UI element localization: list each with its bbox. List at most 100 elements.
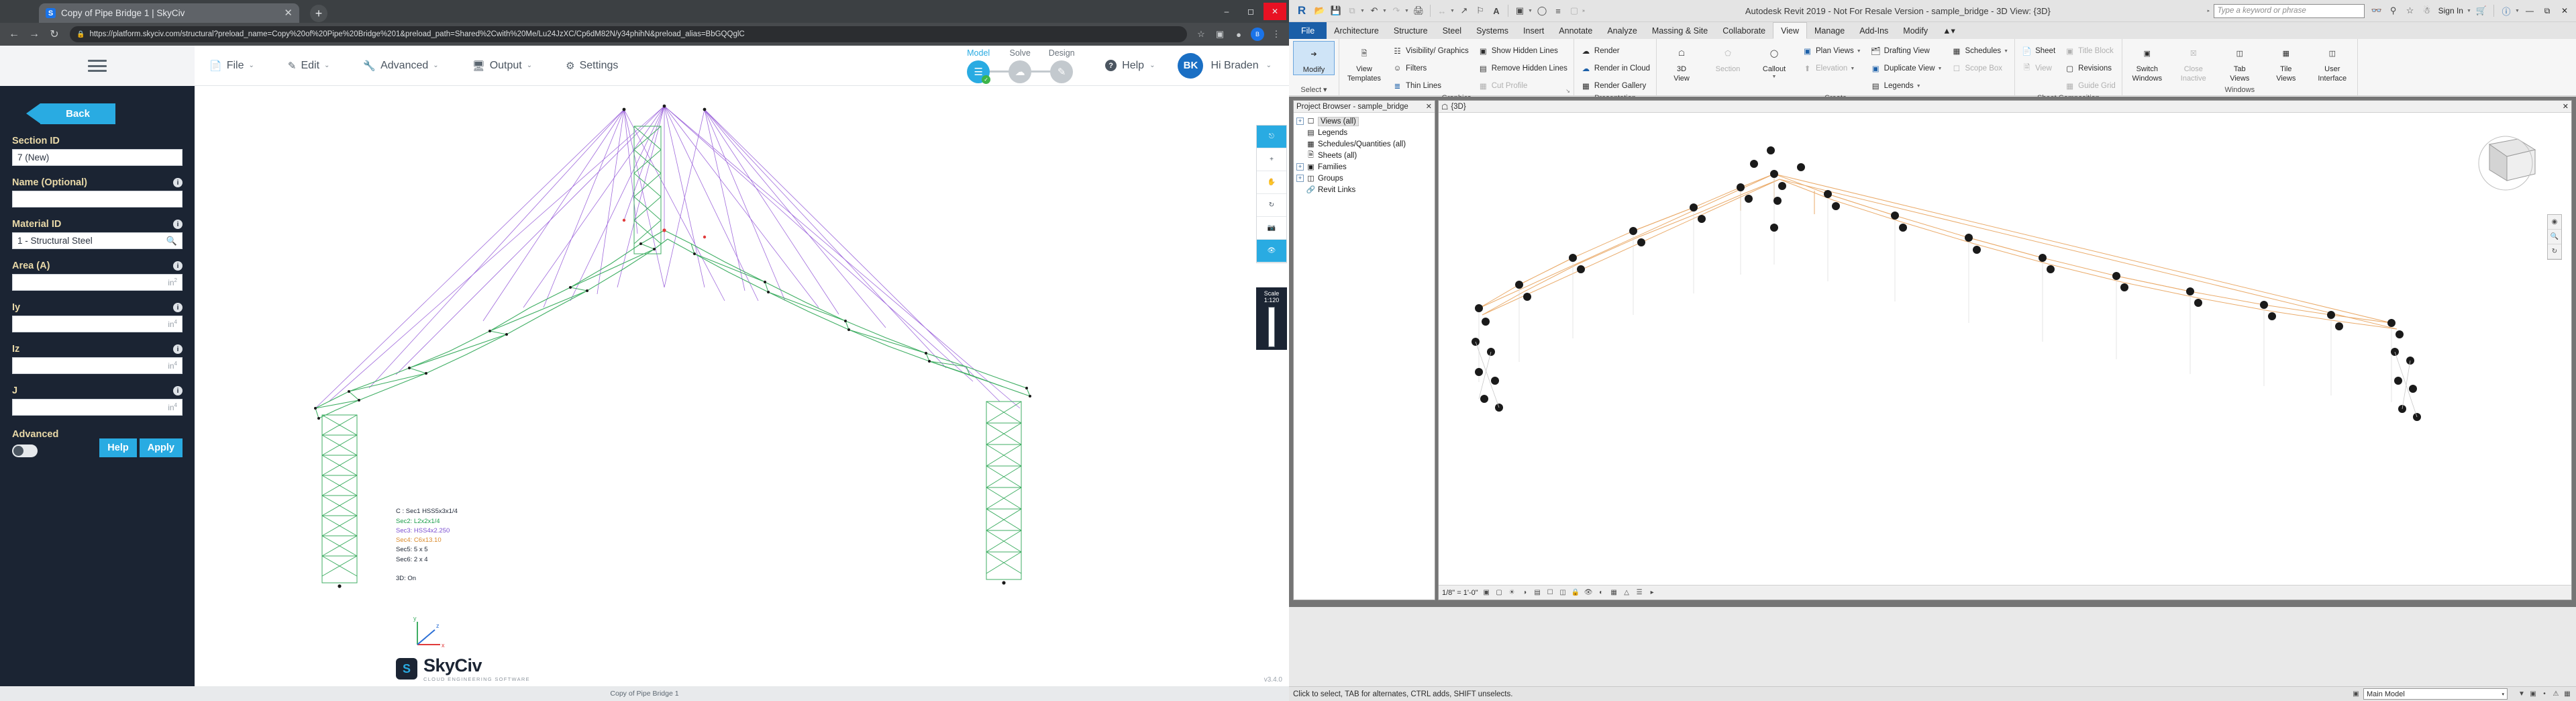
menu-file[interactable]: 📄 File ⌄	[209, 60, 272, 72]
render-gallery-button[interactable]: ▦ Render Gallery	[1578, 78, 1652, 94]
profile-avatar[interactable]: B	[1249, 26, 1266, 43]
zoom-icon[interactable]: 🔍	[2548, 230, 2561, 244]
star-icon[interactable]: ☆	[1192, 26, 1210, 43]
thin-lines-icon[interactable]: ≡	[1550, 2, 1566, 19]
browser-tab-skyciv[interactable]: S Copy of Pipe Bridge 1 | SkyCiv ✕	[39, 3, 299, 23]
save-as-icon[interactable]: ⧉	[1344, 2, 1360, 19]
render-in-cloud-button[interactable]: ☁ Render in Cloud	[1578, 60, 1652, 77]
model-selector-combo[interactable]: Main Model ▾	[2363, 688, 2508, 700]
exclude-options-icon[interactable]: ▣	[2528, 690, 2538, 699]
revit-search-input[interactable]: Type a keyword or phrase	[2213, 3, 2365, 18]
back-button[interactable]: Back	[26, 103, 115, 124]
skyciv-3d-model-canvas[interactable]: C : Sec1 HSS5x3x1/4 Sec2: L2x2x1/4 Sec3:…	[195, 86, 1289, 701]
minimize-icon[interactable]: ―	[2521, 3, 2538, 19]
filter-icon[interactable]: ▼	[2517, 690, 2526, 699]
ribbon-tab-massing-site[interactable]: Massing & Site	[1645, 22, 1715, 39]
ribbon-tab-analyze[interactable]: Analyze	[1600, 22, 1644, 39]
thin-lines-button[interactable]: ≣ Thin Lines	[1390, 78, 1471, 94]
revit-logo-icon[interactable]: R	[1292, 2, 1312, 19]
section-icon[interactable]: ◯	[1534, 2, 1550, 19]
redo-icon[interactable]: ↷	[1388, 2, 1404, 19]
eye-icon[interactable]: 👁	[1257, 240, 1286, 263]
tile-views-button[interactable]: ▦ Tile Views	[2265, 41, 2307, 83]
remove-hidden-lines-button[interactable]: ▤ Remove Hidden Lines	[1476, 60, 1569, 77]
camera-icon[interactable]: 📷	[1257, 217, 1286, 240]
apply-button[interactable]: Apply	[139, 438, 183, 457]
filters-button[interactable]: ☺ Filters	[1390, 60, 1471, 77]
star-icon[interactable]: ☆	[2402, 2, 2418, 19]
open-icon[interactable]: 📂	[1312, 2, 1328, 19]
chevron-down-icon[interactable]: ▼	[1528, 9, 1534, 13]
aligned-dimension-icon[interactable]: ↗	[1456, 2, 1472, 19]
chevron-down-icon[interactable]: ▼	[1382, 9, 1388, 13]
steering-wheel-icon[interactable]: ◉	[2548, 215, 2561, 230]
view-scale[interactable]: 1/8" = 1'-0"	[1442, 589, 1478, 597]
area-input[interactable]: in2	[12, 274, 183, 291]
chevron-down-icon[interactable]: ▼	[1857, 49, 1861, 54]
chevron-down-icon[interactable]: ▼	[1772, 75, 1777, 80]
ribbon-tab-steel[interactable]: Steel	[1435, 22, 1470, 39]
chevron-down-icon[interactable]: ▼	[1938, 66, 1943, 71]
temp-view-icon[interactable]: ▦	[1610, 588, 1618, 597]
view-cube[interactable]	[2469, 132, 2542, 194]
ribbon-tab-insert[interactable]: Insert	[1516, 22, 1551, 39]
undo-icon[interactable]: ↶	[1366, 2, 1382, 19]
close-icon[interactable]: ✕	[1426, 102, 1432, 111]
ribbon-tab-addins[interactable]: Add-Ins	[1852, 22, 1896, 39]
ribbon-tab-architecture[interactable]: Architecture	[1327, 22, 1386, 39]
chevron-down-icon[interactable]: ▼	[2515, 9, 2521, 13]
name-input[interactable]	[12, 191, 183, 207]
info-icon[interactable]: i	[173, 220, 183, 229]
user-icon[interactable]: ☃	[2419, 2, 2435, 19]
chevron-down-icon[interactable]: ▼	[2004, 49, 2008, 54]
tree-node-schedules[interactable]: ▦ Schedules/Quantities (all)	[1295, 138, 1433, 150]
plan-views-button[interactable]: ▣ Plan Views ▼	[1800, 43, 1863, 59]
j-input[interactable]: in4	[12, 399, 183, 416]
ribbon-tab-modify[interactable]: Modify	[1896, 22, 1935, 39]
chevron-down-icon[interactable]: ▼	[1404, 9, 1410, 13]
measure-icon[interactable]: ↔	[1434, 2, 1450, 19]
duplicate-view-button[interactable]: ▣ Duplicate View ▼	[1868, 60, 1945, 77]
help-menu[interactable]: ? Help ⌄	[1105, 60, 1155, 72]
drafting-view-button[interactable]: 🗂 Drafting View	[1868, 43, 1945, 59]
print-icon[interactable]: 🖨	[1410, 2, 1427, 19]
chevron-right-icon[interactable]: ▸	[2208, 8, 2214, 13]
close-hidden-icon[interactable]: ▢	[1566, 2, 1582, 19]
panel-dialog-launcher-icon[interactable]: ↘	[1565, 88, 1570, 94]
constraints-icon[interactable]: ☰	[1635, 588, 1644, 597]
search-icon[interactable]: 🔍	[166, 236, 177, 246]
pointer-icon[interactable]: ⎋	[1257, 126, 1286, 148]
advanced-toggle[interactable]	[12, 445, 38, 457]
stage-solve[interactable]: Solve ☁	[999, 48, 1041, 83]
tree-node-sheets[interactable]: 🗎 Sheets (all)	[1295, 150, 1433, 161]
ribbon-tab-view[interactable]: View	[1773, 22, 1807, 39]
menu-settings[interactable]: ⚙ Settings	[566, 60, 635, 72]
close-window-icon[interactable]: ✕	[1264, 3, 1286, 20]
chevron-down-icon[interactable]: ▼	[1360, 9, 1366, 13]
crop-view-icon[interactable]: ☐	[1546, 588, 1555, 597]
menu-advanced[interactable]: 🔧 Advanced ⌄	[363, 60, 456, 72]
close-icon[interactable]: ✕	[2556, 3, 2573, 19]
render-button[interactable]: ☁ Render	[1578, 43, 1652, 59]
modify-button[interactable]: ➔ Modify	[1293, 41, 1335, 75]
sign-in-link[interactable]: Sign In	[2436, 6, 2466, 15]
temp-hide-icon[interactable]: 👁	[1584, 588, 1593, 597]
shadows-icon[interactable]: ◑	[1521, 588, 1529, 597]
more-menu-icon[interactable]: ⋮	[1268, 26, 1285, 43]
visual-style-icon[interactable]: ▢	[1495, 588, 1504, 597]
sun-path-icon[interactable]: ☀	[1508, 588, 1516, 597]
chevron-down-icon[interactable]: ▼	[1450, 9, 1456, 13]
close-icon[interactable]: ✕	[2563, 102, 2569, 111]
iy-input[interactable]: in4	[12, 316, 183, 332]
expand-icon[interactable]: +	[1296, 118, 1304, 125]
chevron-down-icon[interactable]: ▼	[2467, 9, 2473, 13]
section-id-input[interactable]: 7 (New)	[12, 149, 183, 166]
reveal-hidden-icon[interactable]: ◐	[1597, 588, 1606, 597]
lock-3d-icon[interactable]: 🔒	[1572, 588, 1580, 597]
tree-node-views[interactable]: + ☐ Views (all)	[1295, 115, 1433, 127]
back-icon[interactable]: ←	[4, 24, 24, 44]
ribbon-tab-manage[interactable]: Manage	[1807, 22, 1852, 39]
iz-input[interactable]: in4	[12, 357, 183, 374]
show-hidden-lines-button[interactable]: ▣ Show Hidden Lines	[1476, 43, 1569, 59]
info-icon[interactable]: i	[173, 303, 183, 312]
